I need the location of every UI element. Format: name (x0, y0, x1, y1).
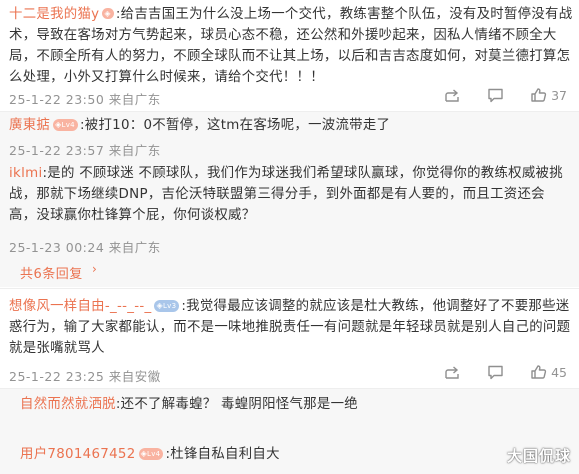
reply-4: 用户7801467452 ◈Lv4:杜锋自私自利自大 (20, 444, 560, 465)
username[interactable]: 十二是我的猫y (9, 7, 99, 22)
comment-body: 想像风一样自由-_--_--_ ◈Lv3:我觉得最应该调整的就应该是杜大教练，他调… (9, 296, 573, 359)
reply-text: :被打10：0不暂停，这tm在客场呢，一波流带走了 (79, 118, 391, 133)
reply-1: 廣東掂 ◈Lv4:被打10：0不暂停，这tm在客场呢，一波流带走了 (9, 115, 569, 136)
username[interactable]: 自然而然就洒脱 (20, 397, 116, 412)
share-icon[interactable] (444, 364, 461, 380)
more-replies-link[interactable]: 共6条回复 (20, 263, 83, 282)
like-icon (531, 365, 547, 379)
share-icon[interactable] (444, 87, 461, 103)
comment-actions: 37 (444, 87, 567, 103)
username[interactable]: 想像风一样自由-_--_--_ (9, 299, 151, 314)
like-count: 37 (551, 87, 567, 103)
reply-2: iklmi:是的 不顾球迷 不顾球队，我们作为球迷我们希望球队赢球，你觉得你的教… (9, 163, 569, 226)
user-badge: ◈ (102, 8, 114, 19)
timestamp: 25-1-22 23:25 来自安徽 (9, 369, 161, 384)
username[interactable]: 廣東掂 (9, 118, 50, 133)
timestamp: 25-1-22 23:57 来自广东 (9, 143, 161, 158)
timestamp: 25-1-22 23:50 来自广东 (9, 92, 161, 107)
timestamp: 25-1-23 00:24 来自广东 (9, 240, 161, 255)
reply-text: :还不了解毒蝗？ 毒蝗阴阳怪气那是一绝 (115, 397, 358, 412)
like-icon (531, 88, 547, 102)
username[interactable]: 用户7801467452 (20, 447, 136, 462)
reply-box: 廣東掂 ◈Lv4:被打10：0不暂停，这tm在客场呢，一波流带走了 25-1-22… (0, 112, 579, 287)
username[interactable]: iklmi (9, 166, 42, 181)
comment-icon[interactable] (487, 364, 504, 380)
comment-actions: 45 (444, 364, 567, 380)
watermark: 大国侃球 (506, 447, 571, 465)
reply-3: 自然而然就洒脱:还不了解毒蝗？ 毒蝗阴阳怪气那是一绝 (20, 394, 560, 415)
comment-icon[interactable] (487, 87, 504, 103)
like-count: 45 (551, 364, 567, 380)
chevron-right-icon[interactable]: › (92, 262, 97, 276)
user-badge: ◈Lv4 (53, 119, 78, 131)
comment-1: 十二是我的猫y ◈:给吉吉国王为什么没上场一个交代，教练害整个队伍，没有及时暂停没… (0, 0, 579, 110)
comment-2: 想像风一样自由-_--_--_ ◈Lv3:我觉得最应该调整的就应该是杜大教练，他调… (0, 289, 579, 387)
user-badge: ◈Lv4 (138, 448, 164, 460)
comment-body: 十二是我的猫y ◈:给吉吉国王为什么没上场一个交代，教练害整个队伍，没有及时暂停没… (9, 4, 573, 88)
reply-box: 自然而然就洒脱:还不了解毒蝗？ 毒蝗阴阳怪气那是一绝 用户7801467452 ◈… (0, 389, 579, 474)
badge-icon: ◈ (104, 9, 111, 18)
user-badge: ◈Lv3 (154, 300, 180, 312)
like-button[interactable]: 37 (530, 87, 567, 103)
reply-text: :杜锋自私自利自大 (165, 447, 280, 462)
reply-text: :是的 不顾球迷 不顾球队，我们作为球迷我们希望球队赢球，你觉得你的教练权威被挑… (9, 166, 563, 223)
like-button[interactable]: 45 (530, 364, 567, 380)
